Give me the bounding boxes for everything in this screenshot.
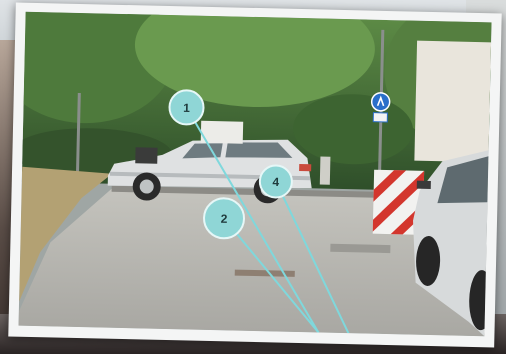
street-scene: 1 4 2: [18, 11, 492, 337]
marker-4[interactable]: 4: [258, 164, 293, 199]
street-photo: 1 4 2: [18, 11, 492, 337]
bollard: [319, 156, 331, 185]
white-van: [200, 120, 244, 144]
marker-1-label: 1: [183, 101, 190, 115]
photo-card: 1 4 2: [8, 2, 502, 348]
marker-4-label: 4: [272, 175, 279, 189]
marker-2-label: 2: [220, 212, 227, 226]
marker-2[interactable]: 2: [203, 197, 246, 240]
sign-plate: [372, 112, 388, 123]
road-patch: [330, 243, 391, 254]
dark-car: [135, 147, 158, 164]
building: [414, 40, 492, 163]
blue-round-arrow-sign-icon: [370, 92, 391, 112]
marker-1[interactable]: 1: [168, 89, 205, 126]
